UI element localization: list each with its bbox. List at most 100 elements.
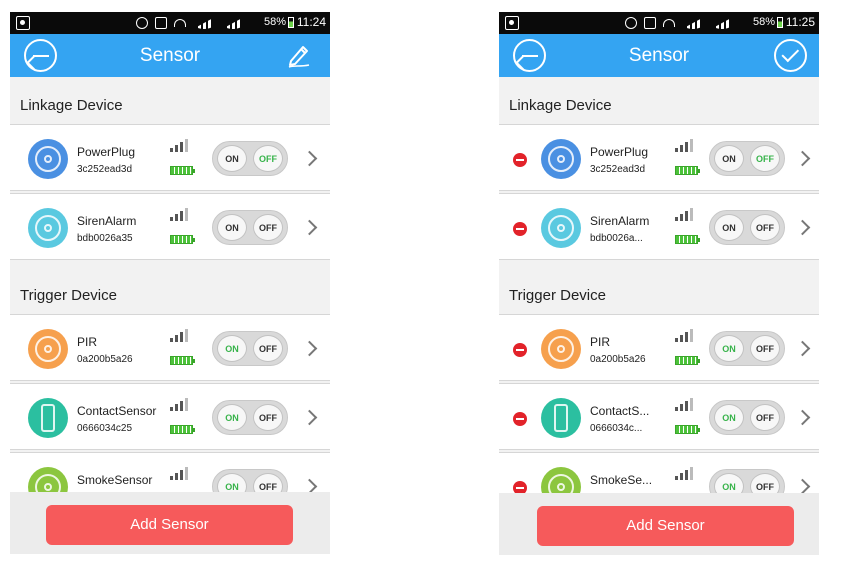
battery-icon — [170, 166, 195, 175]
remove-trigger-icon[interactable] — [513, 343, 527, 357]
battery-icon — [675, 166, 700, 175]
device-name: ContactS... — [590, 404, 650, 418]
battery-icon — [170, 356, 195, 365]
device-name: ContactSensor — [77, 404, 157, 418]
signal-strength-icon — [170, 208, 192, 221]
device-row[interactable]: SirenAlarm bdb0026a35 ON OFF — [10, 193, 330, 260]
battery-icon — [170, 425, 195, 434]
device-icon-center — [44, 345, 52, 353]
pencil-icon[interactable] — [286, 42, 312, 68]
on-button[interactable]: ON — [714, 145, 744, 172]
chevron-right-icon[interactable] — [794, 478, 811, 495]
device-icon-center — [557, 224, 565, 232]
on-button[interactable]: ON — [217, 335, 247, 362]
device-row[interactable]: PIR 0a200b5a26 ON OFF — [10, 314, 330, 381]
image-icon — [644, 17, 656, 29]
signal-strength-icon — [675, 467, 697, 480]
chevron-right-icon[interactable] — [301, 409, 318, 426]
on-button[interactable]: ON — [217, 214, 247, 241]
on-off-switch[interactable]: ON OFF — [212, 400, 288, 435]
battery-percent: 58% — [263, 16, 286, 28]
battery-icon — [777, 17, 783, 28]
add-sensor-button[interactable]: Add Sensor — [46, 505, 293, 545]
back-button[interactable] — [513, 39, 546, 72]
chevron-right-icon[interactable] — [301, 219, 318, 236]
remove-linkage-icon[interactable] — [513, 222, 527, 236]
device-name: SirenAlarm — [77, 214, 137, 228]
off-button[interactable]: OFF — [750, 404, 780, 431]
device-row[interactable]: PowerPlug 3c252ead3d ON OFF — [499, 124, 819, 191]
clock: 11:25 — [785, 15, 815, 29]
device-icon-ring — [41, 404, 55, 432]
device-id: 0666034c... — [590, 423, 643, 434]
off-button[interactable]: OFF — [750, 214, 780, 241]
off-button[interactable]: OFF — [750, 335, 780, 362]
on-off-switch[interactable]: ON OFF — [709, 331, 785, 366]
chevron-right-icon[interactable] — [794, 150, 811, 167]
on-off-switch[interactable]: ON OFF — [709, 141, 785, 176]
device-id: 0a200b5a26 — [77, 354, 133, 365]
signal-strength-icon — [675, 329, 697, 342]
remove-trigger-icon[interactable] — [513, 412, 527, 426]
done-button[interactable] — [774, 39, 807, 72]
image-icon — [155, 17, 167, 29]
back-button[interactable] — [24, 39, 57, 72]
battery-icon — [675, 235, 700, 244]
device-row[interactable]: ContactSensor 0666034c25 ON OFF — [10, 383, 330, 450]
on-button[interactable]: ON — [217, 404, 247, 431]
off-button[interactable]: OFF — [253, 145, 283, 172]
device-icon-center — [44, 155, 52, 163]
device-icon — [28, 139, 68, 179]
device-icon — [28, 329, 68, 369]
device-id: 3c252ead3d — [77, 164, 133, 175]
chevron-right-icon[interactable] — [794, 340, 811, 357]
clock: 11:24 — [296, 15, 326, 29]
off-button[interactable]: OFF — [253, 214, 283, 241]
remove-linkage-icon[interactable] — [513, 153, 527, 167]
battery-icon — [288, 17, 294, 28]
on-off-switch[interactable]: ON OFF — [212, 141, 288, 176]
chevron-right-icon[interactable] — [301, 150, 318, 167]
device-name: PIR — [77, 335, 98, 349]
on-button[interactable]: ON — [714, 335, 744, 362]
device-row[interactable]: ContactS... 0666034c... ON OFF — [499, 383, 819, 450]
on-off-switch[interactable]: ON OFF — [212, 331, 288, 366]
device-row[interactable]: SirenAlarm bdb0026a... ON OFF — [499, 193, 819, 260]
screenshot-icon — [505, 16, 519, 30]
signal-strength-icon — [675, 208, 697, 221]
chevron-right-icon[interactable] — [301, 340, 318, 357]
chevron-right-icon[interactable] — [794, 219, 811, 236]
status-icons — [136, 16, 244, 30]
off-button[interactable]: OFF — [253, 335, 283, 362]
on-button[interactable]: ON — [714, 214, 744, 241]
on-off-switch[interactable]: ON OFF — [212, 210, 288, 245]
signal-strength-icon — [675, 398, 697, 411]
device-icon — [541, 329, 581, 369]
battery-percent: 58% — [752, 16, 775, 28]
section-linkage-label: Linkage Device — [20, 97, 123, 114]
battery-icon — [675, 425, 700, 434]
device-name: PowerPlug — [590, 145, 649, 159]
on-button[interactable]: ON — [217, 145, 247, 172]
on-off-switch[interactable]: ON OFF — [709, 400, 785, 435]
device-id: bdb0026a35 — [77, 233, 133, 244]
off-button[interactable]: OFF — [750, 145, 780, 172]
signal-icon — [711, 17, 733, 29]
on-off-switch[interactable]: ON OFF — [709, 210, 785, 245]
device-name: SirenAlarm — [590, 214, 650, 228]
chevron-right-icon[interactable] — [794, 409, 811, 426]
page-title: Sensor — [628, 45, 690, 66]
screenshot-icon — [16, 16, 30, 30]
back-arrow-icon — [32, 54, 49, 57]
add-sensor-button[interactable]: Add Sensor — [537, 506, 794, 546]
device-id: bdb0026a... — [590, 233, 643, 244]
off-button[interactable]: OFF — [253, 404, 283, 431]
check-icon — [780, 44, 799, 63]
on-button[interactable]: ON — [714, 404, 744, 431]
device-name: SmokeSe... — [590, 473, 653, 487]
device-row[interactable]: PIR 0a200b5a26 ON OFF — [499, 314, 819, 381]
device-row[interactable]: PowerPlug 3c252ead3d ON OFF — [10, 124, 330, 191]
screen-edit-mode: 58% 11:25 Sensor Linkage Device Trigger Devi… — [499, 12, 819, 555]
device-name: SmokeSensor — [77, 473, 153, 487]
device-icon-center — [557, 483, 565, 491]
